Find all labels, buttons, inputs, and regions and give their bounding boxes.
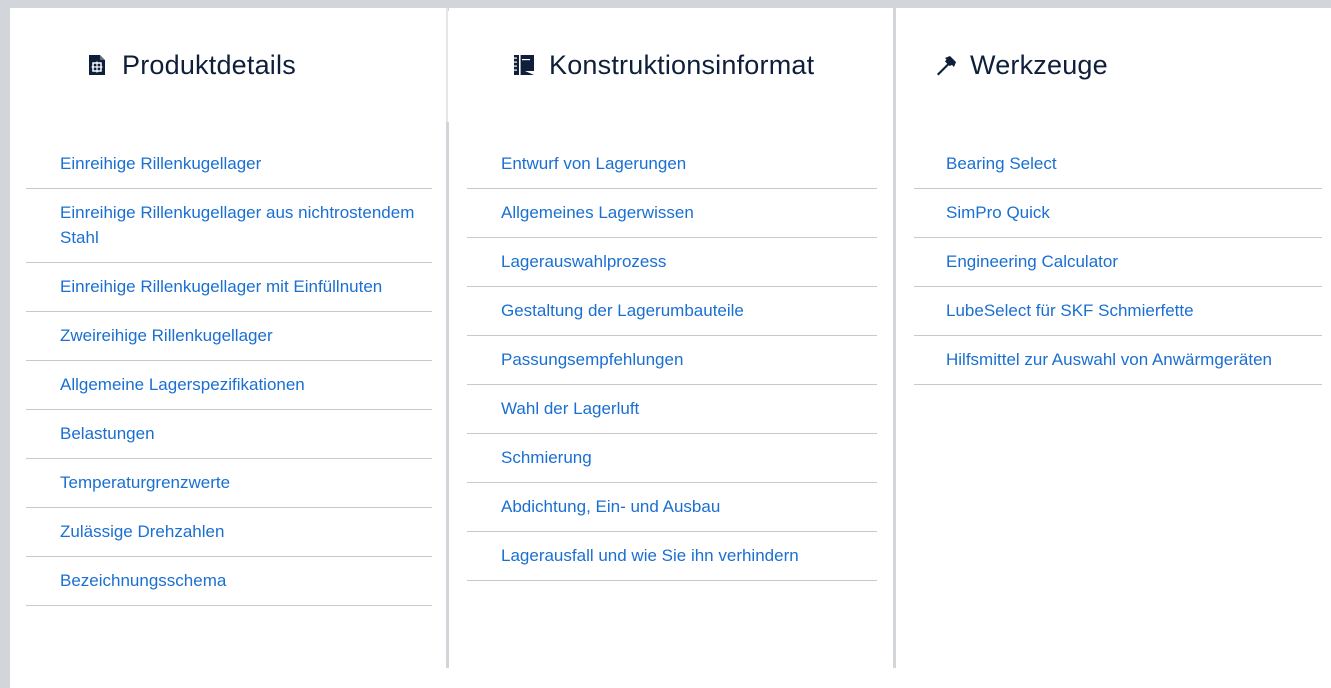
list-item: Engineering Calculator — [914, 238, 1322, 287]
list-item: Allgemeines Lagerwissen — [467, 189, 877, 238]
list-item: Gestaltung der Lagerumbauteile — [467, 287, 877, 336]
nav-link[interactable]: Zweireihige Rillenkugellager — [60, 323, 273, 348]
nav-link[interactable]: Einreihige Rillenkugellager mit Einfülln… — [60, 274, 382, 299]
panel-header: Konstruktionsinformat — [449, 8, 893, 122]
list-item: Einreihige Rillenkugellager — [26, 140, 432, 189]
product-details-panel: Produktdetails Einreihige Rillenkugellag… — [10, 8, 446, 668]
tools-panel: Werkzeuge Bearing Select SimPro Quick En… — [896, 8, 1331, 668]
nav-link[interactable]: Lagerauswahlprozess — [501, 249, 666, 274]
list-item: Abdichtung, Ein- und Ausbau — [467, 483, 877, 532]
link-list: Bearing Select SimPro Quick Engineering … — [914, 140, 1322, 385]
list-item: Temperaturgrenzwerte — [26, 459, 432, 508]
list-item: Einreihige Rillenkugellager aus nichtros… — [26, 189, 432, 263]
list-item: Schmierung — [467, 434, 877, 483]
panel-header: Produktdetails — [10, 8, 446, 122]
nav-link[interactable]: Wahl der Lagerluft — [501, 396, 639, 421]
nav-link[interactable]: Allgemeines Lagerwissen — [501, 200, 694, 225]
nav-link[interactable]: Abdichtung, Ein- und Ausbau — [501, 494, 720, 519]
list-item: Zulässige Drehzahlen — [26, 508, 432, 557]
list-item: Hilfsmittel zur Auswahl von Anwärmgeräte… — [914, 336, 1322, 385]
list-item: Einreihige Rillenkugellager mit Einfülln… — [26, 263, 432, 312]
panel-title: Werkzeuge — [970, 50, 1108, 81]
nav-link[interactable]: Entwurf von Lagerungen — [501, 151, 686, 176]
nav-link[interactable]: Schmierung — [501, 445, 592, 470]
nav-link[interactable]: Hilfsmittel zur Auswahl von Anwärmgeräte… — [946, 347, 1272, 372]
nav-link[interactable]: SimPro Quick — [946, 200, 1050, 225]
list-item: Allgemeine Lagerspezifikationen — [26, 361, 432, 410]
column-divider — [446, 8, 448, 122]
panel-title: Konstruktionsinformat — [549, 50, 814, 81]
panel-title: Produktdetails — [122, 50, 296, 81]
nav-link[interactable]: Lagerausfall und wie Sie ihn verhindern — [501, 543, 799, 568]
list-item: Lagerauswahlprozess — [467, 238, 877, 287]
design-info-panel: Konstruktionsinformat Entwurf von Lageru… — [449, 8, 893, 668]
nav-link[interactable]: Einreihige Rillenkugellager — [60, 151, 261, 176]
link-list: Entwurf von Lagerungen Allgemeines Lager… — [467, 140, 877, 581]
hammer-icon — [934, 54, 956, 76]
document-icon — [86, 54, 108, 76]
nav-link[interactable]: Belastungen — [60, 421, 155, 446]
list-item: Entwurf von Lagerungen — [467, 140, 877, 189]
list-item: Bezeichnungsschema — [26, 557, 432, 606]
nav-link[interactable]: Bearing Select — [946, 151, 1057, 176]
nav-link[interactable]: LubeSelect für SKF Schmierfette — [946, 298, 1194, 323]
list-item: Lagerausfall und wie Sie ihn verhindern — [467, 532, 877, 581]
list-item: LubeSelect für SKF Schmierfette — [914, 287, 1322, 336]
nav-link[interactable]: Gestaltung der Lagerumbauteile — [501, 298, 744, 323]
list-item: Belastungen — [26, 410, 432, 459]
list-item: Zweireihige Rillenkugellager — [26, 312, 432, 361]
nav-link[interactable]: Zulässige Drehzahlen — [60, 519, 224, 544]
link-list: Einreihige Rillenkugellager Einreihige R… — [26, 140, 432, 606]
nav-link[interactable]: Allgemeine Lagerspezifikationen — [60, 372, 305, 397]
list-item: Wahl der Lagerluft — [467, 385, 877, 434]
blueprint-icon — [513, 54, 535, 76]
nav-link[interactable]: Temperaturgrenzwerte — [60, 470, 230, 495]
list-item: SimPro Quick — [914, 189, 1322, 238]
panel-header: Werkzeuge — [896, 8, 1331, 122]
nav-link[interactable]: Einreihige Rillenkugellager aus nichtros… — [60, 200, 432, 250]
nav-link[interactable]: Passungsempfehlungen — [501, 347, 683, 372]
nav-link[interactable]: Bezeichnungsschema — [60, 568, 226, 593]
list-item: Bearing Select — [914, 140, 1322, 189]
nav-link[interactable]: Engineering Calculator — [946, 249, 1118, 274]
list-item: Passungsempfehlungen — [467, 336, 877, 385]
